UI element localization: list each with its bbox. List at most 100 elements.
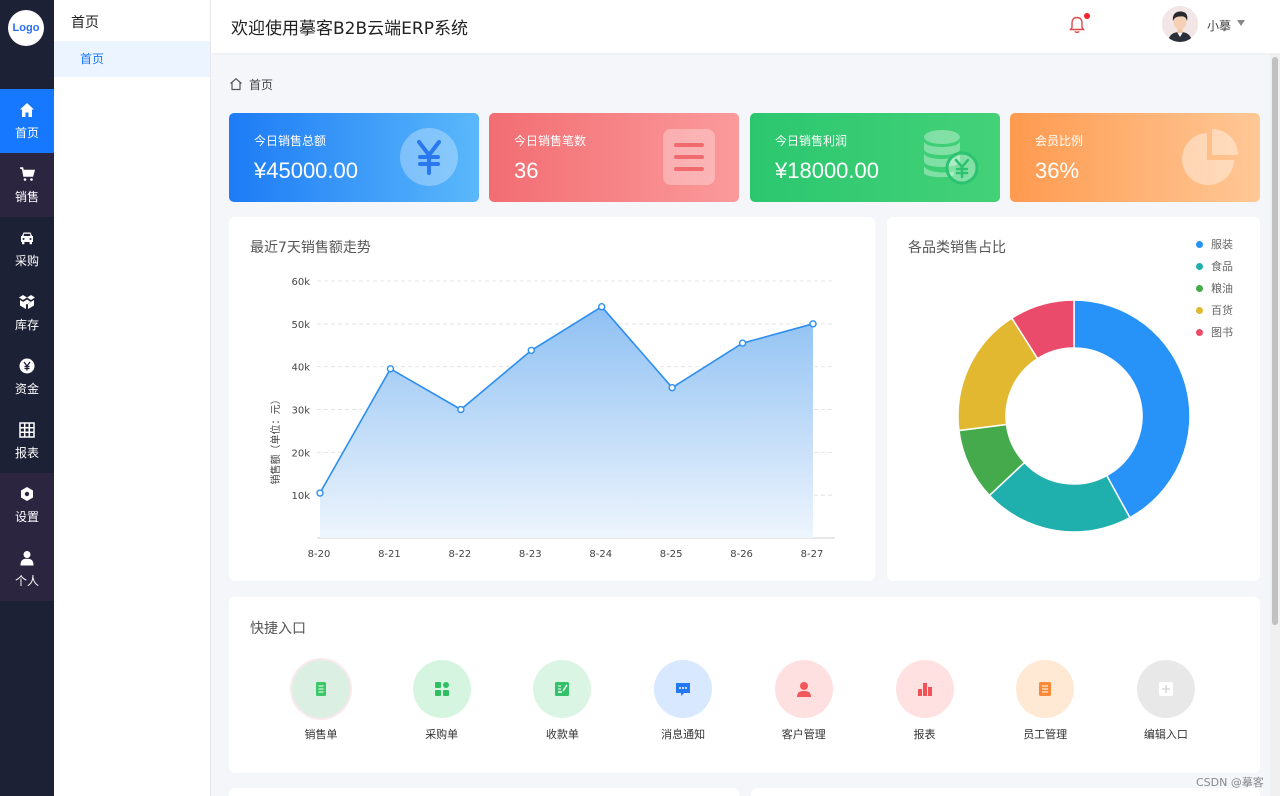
nav-rail: Logo 首页 销售 采购 库存 资金 报表 设置 个人: [0, 0, 54, 796]
page-scrollbar[interactable]: [1270, 53, 1280, 796]
yen-icon: [400, 128, 458, 186]
rail-item-reports[interactable]: 报表: [0, 409, 54, 473]
quick-entry-item[interactable]: 销售单: [281, 660, 361, 742]
data-point[interactable]: [668, 383, 676, 392]
quick-entry-circle[interactable]: [412, 660, 471, 718]
rail-item-label: 首页: [14, 125, 39, 140]
stat-card-sales-count[interactable]: 今日销售笔数 36: [489, 113, 739, 202]
quick-entry-circle[interactable]: [1016, 660, 1075, 718]
quick-entry-item[interactable]: 编辑入口: [1126, 660, 1206, 742]
avatar[interactable]: [1162, 6, 1198, 42]
x-tick-label: 8-26: [730, 549, 753, 560]
sub-sidebar-item-home[interactable]: 首页: [54, 41, 210, 77]
rail-item-label: 采购: [14, 253, 39, 268]
quick-entry-label: 收款单: [545, 728, 579, 741]
stat-card-sales-total[interactable]: 今日销售总额 ¥45000.00: [229, 113, 479, 202]
y-tick-label: 40k: [291, 363, 310, 374]
plus-icon: [1158, 682, 1173, 696]
data-point[interactable]: [809, 320, 817, 328]
sub-sidebar: 首页 首页: [54, 0, 211, 796]
grid-icon: [19, 421, 35, 438]
legend-label: 服装: [1211, 238, 1233, 251]
legend-item[interactable]: 百货: [1196, 299, 1233, 321]
y-tick-label: 20k: [291, 448, 310, 459]
quick-entry-circle[interactable]: [533, 660, 592, 718]
rail-item-purchase[interactable]: 采购: [0, 217, 54, 281]
coins-icon: [924, 130, 979, 185]
data-point[interactable]: [527, 346, 535, 355]
quick-entry-label: 客户管理: [781, 728, 826, 741]
bottom-card-right: [751, 788, 1260, 796]
quick-entry-item[interactable]: 消息通知: [643, 660, 723, 742]
user-icon: [20, 550, 34, 565]
series-area: [320, 306, 813, 538]
notification-dot: [1084, 13, 1090, 19]
quick-entry-item[interactable]: 客户管理: [764, 660, 844, 742]
legend-item[interactable]: 食品: [1196, 255, 1233, 277]
stat-card-profit[interactable]: 今日销售利润 ¥18000.00: [750, 113, 1000, 202]
legend-item[interactable]: 粮油: [1196, 277, 1233, 299]
rail-item-funds[interactable]: 资金: [0, 345, 54, 409]
x-tick-label: 8-24: [589, 549, 612, 560]
data-point[interactable]: [316, 489, 324, 497]
bar-chart-icon: [917, 683, 932, 696]
rail-item-label: 资金: [14, 381, 39, 396]
stat-label: 会员比例: [1035, 134, 1084, 148]
quick-entry-circle[interactable]: [1136, 660, 1195, 718]
boxes-icon: [19, 294, 35, 309]
top-header: 欢迎使用摹客B2B云端ERP系统 小摹: [211, 0, 1280, 53]
hexagon-gear-icon: [21, 486, 33, 501]
rail-item-label: 销售: [14, 189, 39, 204]
stat-card-member-ratio[interactable]: 会员比例 36%: [1010, 113, 1260, 202]
legend-swatch: [1196, 284, 1203, 292]
avatar-portrait: [1162, 6, 1198, 42]
stat-value: ¥45000.00: [254, 158, 358, 183]
username[interactable]: 小摹: [1207, 17, 1231, 34]
rail-item-settings[interactable]: 设置: [0, 473, 54, 537]
y-axis-label: 销售额（单位：元）: [269, 395, 282, 485]
legend-label: 图书: [1211, 326, 1233, 339]
home-outline-icon: [230, 78, 242, 91]
quick-entry-circle[interactable]: [774, 660, 833, 718]
quick-entry-label: 员工管理: [1023, 728, 1068, 741]
legend-label: 百货: [1211, 304, 1233, 317]
data-point[interactable]: [738, 339, 747, 347]
quick-entry-circle[interactable]: [895, 660, 954, 718]
scrollbar-thumb[interactable]: [1272, 57, 1278, 625]
rail-item-home[interactable]: 首页: [0, 89, 54, 153]
quick-entry-item[interactable]: 收款单: [522, 660, 602, 742]
data-point[interactable]: [457, 405, 465, 414]
legend-item[interactable]: 服装: [1196, 233, 1233, 255]
data-point[interactable]: [598, 302, 606, 311]
quick-entry-label: 销售单: [304, 728, 338, 741]
quick-entry-circle[interactable]: [654, 660, 713, 718]
y-tick-label: 30k: [291, 406, 310, 417]
home-icon: [20, 102, 34, 117]
data-point[interactable]: [386, 365, 395, 373]
truck-icon: [21, 232, 33, 244]
rail-item-label: 个人: [14, 573, 39, 588]
quick-entry-item[interactable]: 员工管理: [1005, 660, 1085, 742]
legend-label: 粮油: [1211, 282, 1233, 295]
person-icon: [796, 682, 811, 697]
legend-item[interactable]: 图书: [1196, 321, 1233, 343]
quick-entry-item[interactable]: 报表: [885, 660, 965, 742]
rail-item-inventory[interactable]: 库存: [0, 281, 54, 345]
stat-label: 今日销售利润: [775, 134, 848, 148]
quick-entry-title: 快捷入口: [250, 621, 306, 637]
rail-item-sales[interactable]: 销售: [0, 153, 54, 217]
legend-swatch: [1196, 328, 1203, 336]
logo[interactable]: Logo: [8, 10, 44, 46]
stat-value: ¥18000.00: [775, 158, 879, 183]
stat-label: 今日销售笔数: [514, 134, 587, 148]
category-legend: 服装食品粮油百货图书: [1196, 233, 1233, 343]
chevron-down-icon[interactable]: [1237, 20, 1245, 26]
quick-entry-item[interactable]: 采购单: [402, 660, 482, 742]
pie-icon: [1182, 129, 1238, 185]
quick-entry-label: 消息通知: [661, 728, 706, 741]
quick-entry-circle[interactable]: [292, 660, 350, 718]
stat-value: 36: [514, 158, 539, 183]
rail-item-profile[interactable]: 个人: [0, 537, 54, 601]
quick-entry-label: 编辑入口: [1143, 728, 1188, 741]
breadcrumb-item[interactable]: 首页: [249, 76, 273, 93]
